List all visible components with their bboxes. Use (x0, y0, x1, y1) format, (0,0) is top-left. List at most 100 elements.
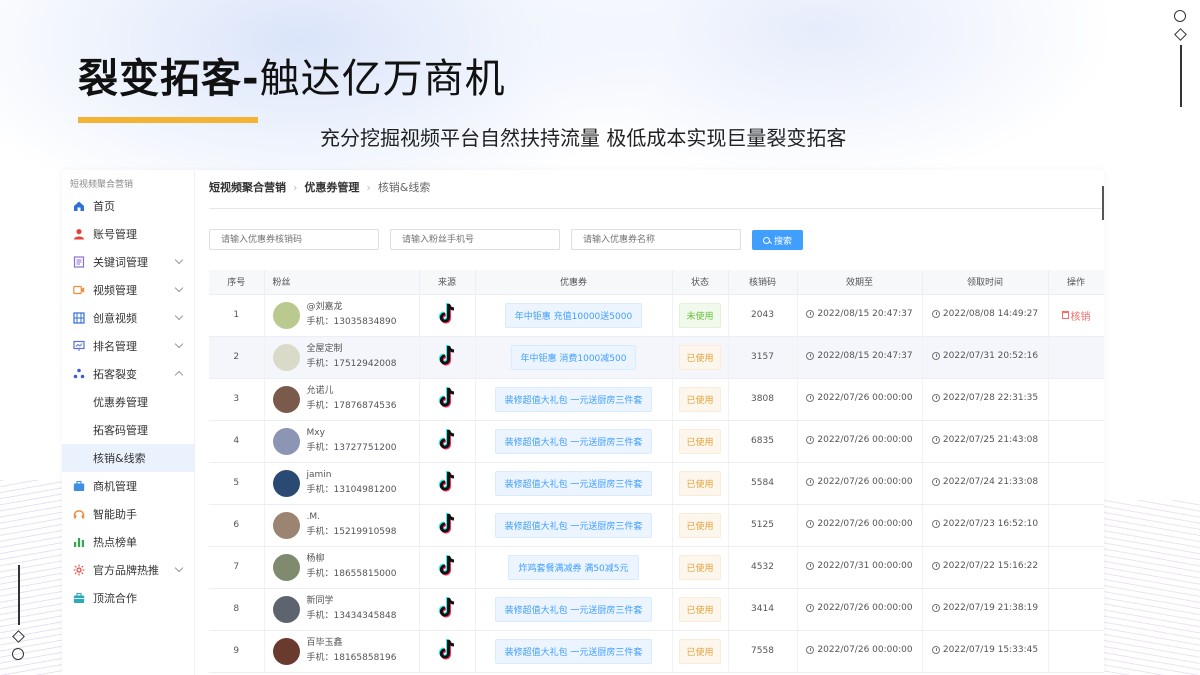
fan-text: 允诺儿 手机：17876874536 (307, 384, 397, 414)
received-time: 2022/07/19 21:38:19 (931, 603, 1038, 613)
sidebar-item-ranking[interactable]: 排名管理 (62, 332, 194, 360)
coupon-tag: 年中钜惠 消费1000减500 (510, 344, 637, 370)
valid-until-cell: 2022/07/26 00:00:00 (797, 588, 923, 631)
keyword-icon (72, 256, 85, 269)
valid-until-cell: 2022/07/26 00:00:00 (797, 462, 923, 505)
status-badge: 已使用 (679, 344, 721, 370)
column-header: 效期至 (797, 270, 923, 295)
valid-until: 2022/07/26 00:00:00 (806, 645, 913, 655)
table-row: 9 百毕玉鑫 手机：18165858196 装修超值大礼包 一元送厨房三件套 已使用 75… (209, 630, 1104, 673)
fan-name: 全屋定制 (306, 344, 343, 354)
writeoff-button[interactable]: 核销 (1061, 308, 1091, 323)
hero-accent-bar (78, 117, 258, 123)
sidebar-item-label: 创意视频 (93, 312, 137, 325)
sidebar-item-home[interactable]: 首页 (62, 192, 194, 220)
row-index: 7 (209, 546, 265, 589)
clock-icon (806, 478, 815, 486)
sidebar-subitem-lead-codes[interactable]: 拓客码管理 (62, 416, 194, 444)
valid-until-text: 2022/07/26 00:00:00 (817, 477, 913, 487)
row-index: 4 (209, 420, 265, 463)
fan-phone-input[interactable] (390, 229, 560, 250)
sidebar-item-videos[interactable]: 视频管理 (62, 276, 194, 304)
clock-icon (806, 646, 815, 654)
action-cell: 核销 (1048, 294, 1104, 337)
action-cell (1048, 378, 1104, 421)
sidebar-item-label: 视频管理 (93, 284, 137, 297)
received-cell: 2022/07/31 20:52:16 (922, 336, 1049, 379)
sidebar-item-label: 商机管理 (93, 480, 137, 493)
fan-text: @刘嘉龙 手机：13035834890 (307, 300, 397, 330)
breadcrumb-item[interactable]: 优惠券管理 (304, 179, 359, 195)
fan-phone: 手机：15219910598 (306, 527, 397, 537)
avatar (272, 301, 300, 329)
received-cell: 2022/07/19 15:33:45 (922, 630, 1049, 673)
row-index: 6 (209, 504, 265, 547)
delete-icon (1061, 311, 1069, 319)
sidebar-subitem-coupons[interactable]: 优惠券管理 (62, 388, 194, 416)
column-header: 状态 (672, 270, 729, 295)
fan-text: 杨柳手机：18655815000 (307, 552, 397, 582)
valid-until: 2022/07/26 00:00:00 (806, 519, 913, 529)
sidebar-item-opportunities[interactable]: 商机管理 (62, 472, 194, 500)
coupon-tag: 装修超值大礼包 一元送厨房三件套 (494, 386, 653, 412)
column-header: 操作 (1048, 270, 1104, 295)
sidebar-item-fission[interactable]: 拓客裂变 (62, 360, 194, 388)
clock-icon (806, 394, 815, 402)
film-icon (72, 312, 85, 325)
clock-icon (806, 436, 815, 444)
tiktok-icon (438, 512, 455, 534)
status-badge: 已使用 (679, 596, 721, 622)
status-badge: 未使用 (679, 302, 721, 328)
status-badge: 已使用 (679, 470, 721, 496)
received-time: 2022/07/24 21:33:08 (931, 477, 1038, 487)
fan-info: 新同学 手机：13434345848 (265, 594, 419, 624)
fan-cell: 杨柳手机：18655815000 (264, 546, 420, 589)
fan-phone: 手机：13104981200 (306, 485, 397, 495)
sidebar-item-label: 顶流合作 (93, 592, 137, 605)
coupon-cell: 年中钜惠 消费1000减500 (475, 336, 673, 379)
fan-phone: 手机：18655815000 (306, 569, 397, 579)
breadcrumb-item[interactable]: 短视频聚合营销 (209, 179, 286, 195)
fan-phone: 手机：13434345848 (306, 611, 397, 621)
valid-until: 2022/07/26 00:00:00 (806, 435, 913, 445)
coupon-tag: 装修超值大礼包 一元送厨房三件套 (494, 512, 653, 538)
table-row: 5 jamin 手机：13104981200 装修超值大礼包 一元送厨房三件套 已使用 5… (209, 462, 1104, 505)
sidebar-item-official-brand[interactable]: 官方品牌热推 (62, 556, 194, 584)
fan-phone: 手机：13727751200 (306, 443, 397, 453)
sidebar-subitem-writeoff-leads[interactable]: 核销&线索 (62, 444, 194, 472)
fan-phone: 手机：18165858196 (306, 653, 397, 663)
tiktok-icon (438, 386, 455, 408)
search-button[interactable]: 搜索 (752, 230, 803, 250)
fan-info: Mxy 手机：13727751200 (265, 426, 419, 456)
sidebar-item-hot-list[interactable]: 热点榜单 (62, 528, 194, 556)
fan-name: 杨柳 (306, 554, 325, 564)
table-row: 7 杨柳 手机：18655815000 炸鸡套餐满减券 满50减5元 已使用 4532 20… (209, 546, 1104, 589)
status-badge: 已使用 (679, 554, 721, 580)
source-cell (419, 420, 476, 463)
sidebar-item-accounts[interactable]: 账号管理 (62, 220, 194, 248)
tiktok-icon (438, 302, 455, 324)
status-cell: 已使用 (672, 630, 729, 673)
coupon-code-input[interactable] (209, 229, 379, 250)
cooperation-icon (72, 592, 85, 605)
sidebar-item-assistant[interactable]: 智能助手 (62, 500, 194, 528)
coupon-cell: 装修超值大礼包 一元送厨房三件套 (475, 588, 673, 631)
source-cell (419, 378, 476, 421)
avatar (272, 637, 300, 665)
status-cell: 已使用 (672, 378, 729, 421)
sidebar-item-label: 关键词管理 (93, 256, 148, 269)
decorative-circle-icon (1174, 10, 1186, 22)
source-cell (419, 546, 476, 589)
search-icon (762, 236, 770, 244)
coupon-name-input[interactable] (571, 229, 741, 250)
coupon-cell: 年中钜惠 充值10000送5000 (475, 294, 673, 337)
sidebar-item-top-cooperation[interactable]: 顶流合作 (62, 584, 194, 612)
scrollbar[interactable] (1102, 186, 1104, 220)
sidebar-item-creative-videos[interactable]: 创意视频 (62, 304, 194, 332)
fan-text: 新同学 手机：13434345848 (307, 594, 397, 624)
fan-text: jamin 手机：13104981200 (307, 468, 397, 498)
coupon-tag: 装修超值大礼包 一元送厨房三件套 (494, 596, 653, 622)
table-row: 4 Mxy 手机：13727751200 装修超值大礼包 一元送厨房三件套 已使用 683… (209, 420, 1104, 463)
sidebar-item-keywords[interactable]: 关键词管理 (62, 248, 194, 276)
avatar (272, 427, 300, 455)
